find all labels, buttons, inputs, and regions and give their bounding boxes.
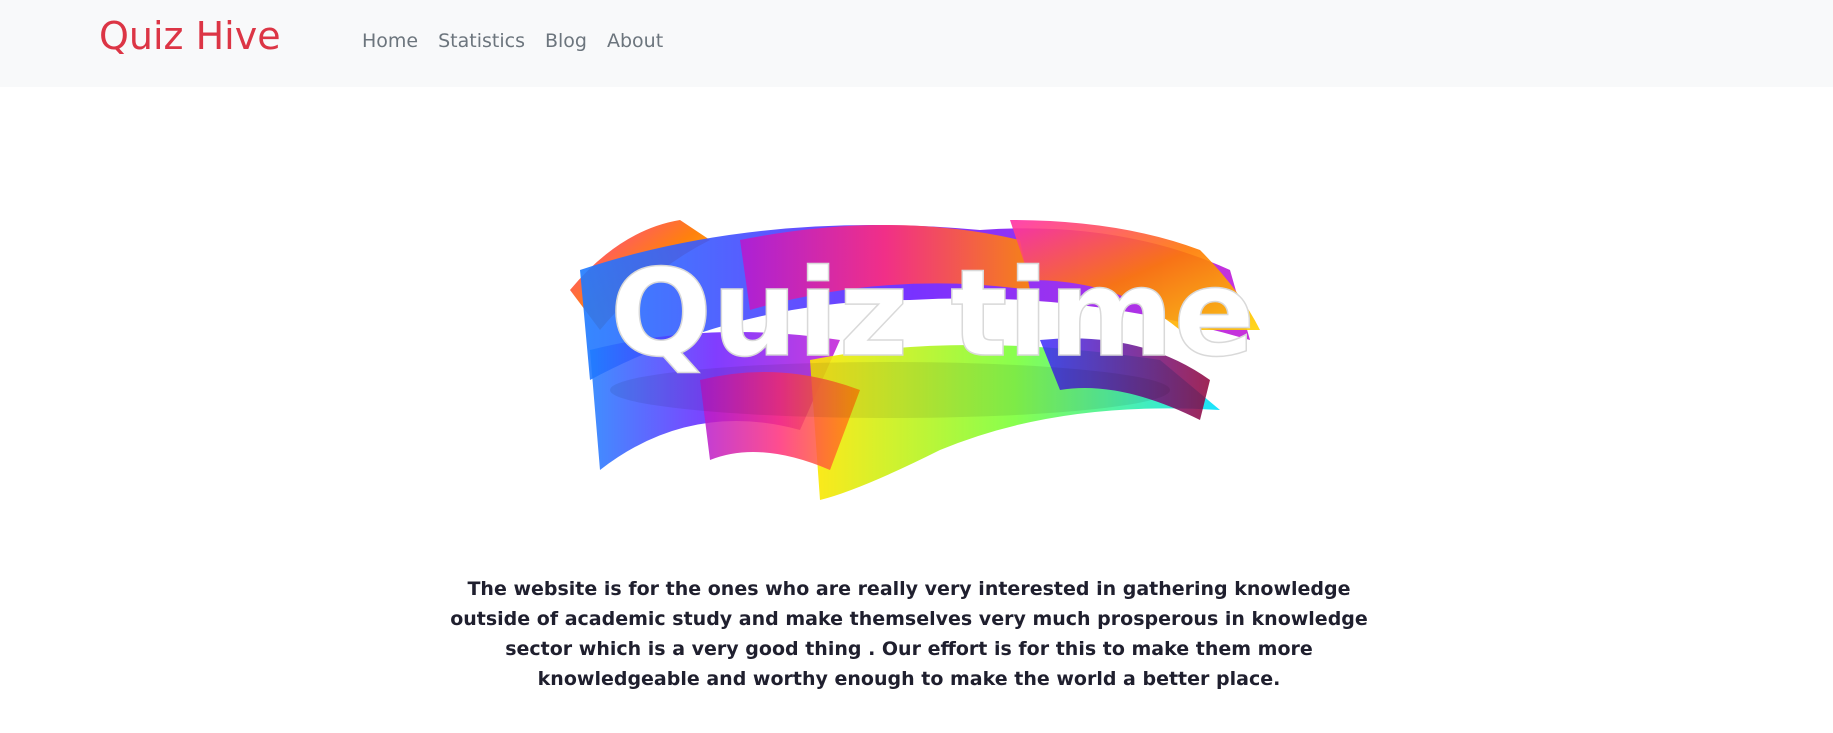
paint-splash-graphic: Quiz time: [570, 220, 1260, 500]
hero-banner-image: Quiz time: [560, 210, 1260, 510]
nav-link-about[interactable]: About: [597, 30, 673, 52]
nav-link-blog[interactable]: Blog: [535, 30, 597, 52]
banner-text: Quiz time: [610, 245, 1255, 384]
nav-link-home[interactable]: Home: [362, 30, 428, 52]
brand-logo-link[interactable]: Quiz Hive: [99, 14, 281, 58]
site-description: The website is for the ones who are real…: [450, 578, 1368, 690]
nav-link-statistics[interactable]: Statistics: [428, 30, 535, 52]
navbar: Quiz Hive Home Statistics Blog About: [0, 0, 1833, 87]
nav-links: Home Statistics Blog About: [362, 30, 673, 52]
